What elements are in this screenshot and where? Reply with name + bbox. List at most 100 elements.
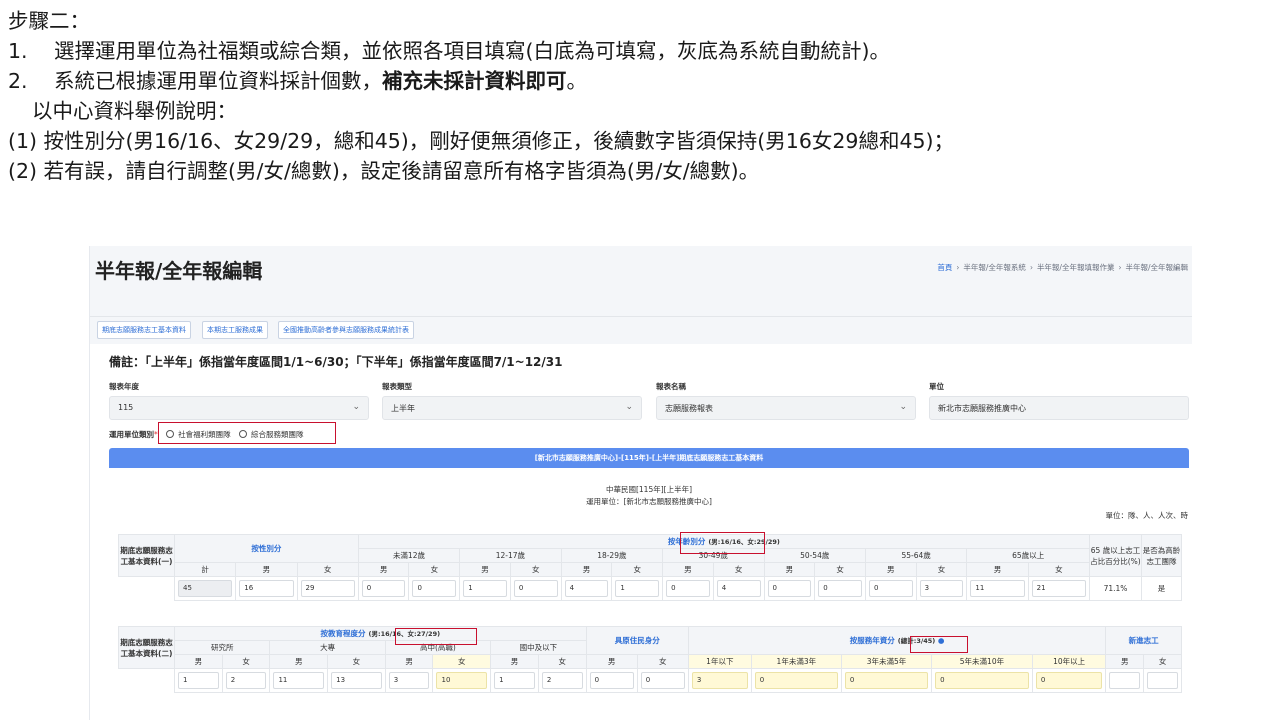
name-select[interactable]: 志願服務報表 ⌄ [656, 396, 916, 420]
years-input[interactable]: 0 [935, 672, 1029, 689]
form-card: 備註：「上半年」係指當年度區間1/1~6/30；「下半年」係指當年度區間7/1~… [90, 344, 1192, 720]
tab-basic-data[interactable]: 期底志願服務志工基本資料 [97, 321, 191, 339]
slide-instructions: 步驟二： 1. 選擇運用單位為社福類或綜合類，並依照各項目填寫(白底為可填寫，灰底… [8, 6, 954, 186]
age-input[interactable]: 0 [818, 580, 862, 597]
edu-input[interactable]: 2 [541, 672, 583, 689]
age-input[interactable]: 0 [868, 580, 913, 597]
instruction-2: 2. 系統已根據運用單位資料採計個數，補充未採計資料即可。 [8, 69, 587, 93]
age-input[interactable]: 21 [1031, 580, 1086, 597]
edu-input[interactable]: 11 [273, 672, 325, 689]
highlight-box [910, 636, 968, 653]
breadcrumb-item[interactable]: 半年報/全年報系統 [963, 263, 1026, 272]
example-intro: 以中心資料舉例說明： [32, 99, 237, 123]
age-input[interactable]: 0 [666, 580, 710, 597]
indigenous-input[interactable]: 0 [589, 672, 634, 689]
years-bracket: 1年以下 [687, 654, 752, 669]
sub-header: 男 [662, 562, 714, 577]
breadcrumb-item[interactable]: 半年報/全年報填報作業 [1037, 263, 1115, 272]
sub-header: 男 [459, 562, 511, 577]
instruction-1: 1. 選擇運用單位為社福類或綜合類，並依照各項目填寫(白底為可填寫，灰底為系統自動… [8, 39, 890, 63]
edu-input[interactable]: 2 [225, 672, 267, 689]
edu-input[interactable]: 1 [178, 672, 219, 689]
age-bracket: 12-17歲 [459, 548, 562, 563]
sub-header: 女 [712, 562, 765, 577]
new-volunteer-header: 新進志工 [1105, 626, 1182, 655]
highlight-box [158, 422, 336, 444]
sub-header: 男 [966, 562, 1029, 577]
new-volunteer-input[interactable] [1109, 672, 1141, 689]
age-input[interactable]: 11 [970, 580, 1025, 597]
age-input[interactable]: 4 [564, 580, 609, 597]
sub-header: 男 [235, 562, 298, 577]
indigenous-input[interactable]: 0 [640, 672, 685, 689]
age-bracket: 18-29歲 [560, 548, 664, 563]
age-input[interactable]: 0 [412, 580, 457, 597]
breadcrumb-current: 半年報/全年報編輯 [1125, 263, 1188, 272]
cell-total: 45 [173, 576, 237, 601]
age-bracket: 50-54歲 [763, 548, 866, 563]
sub-header: 女 [915, 562, 968, 577]
year-select[interactable]: 115 ⌄ [109, 396, 369, 420]
sub-header: 女 [1143, 654, 1182, 669]
senior-team-header: 是否為高齡志工團隊 [1141, 534, 1182, 577]
years-bracket: 3年未滿5年 [840, 654, 933, 669]
breadcrumb-home[interactable]: 首頁 [937, 263, 952, 272]
age-input[interactable]: 1 [463, 580, 507, 597]
age-input[interactable]: 1 [615, 580, 660, 597]
edu-input[interactable]: 1 [494, 672, 535, 689]
name-label: 報表名稱 [656, 382, 686, 391]
years-bracket: 5年未滿10年 [931, 654, 1033, 669]
years-input[interactable]: 0 [844, 672, 929, 689]
gender-female-input[interactable]: 29 [300, 580, 355, 597]
sub-header: 男 [357, 562, 410, 577]
example-2: (2) 若有誤，請自行調整(男/女/總數)，設定後請留意所有格字皆須為(男/女/… [8, 159, 760, 183]
years-input[interactable]: 3 [691, 672, 748, 689]
edu-input[interactable]: 13 [331, 672, 382, 689]
years-input[interactable]: 0 [754, 672, 838, 689]
chevron-down-icon: ⌄ [899, 402, 907, 412]
sub-header: 女 [611, 562, 664, 577]
type-select[interactable]: 上半年 ⌄ [382, 396, 642, 420]
sub-header: 男 [490, 654, 539, 669]
edu-level: 大專 [269, 640, 386, 655]
senior-pct-value: 71.1% [1089, 576, 1142, 601]
tab-bar: 期底志願服務志工基本資料 本期志工服務成果 全國推動高齡者參與志願服務成果統計表 [90, 316, 1192, 344]
age-input[interactable]: 0 [513, 580, 558, 597]
report-banner: [新北市志願服務推廣中心]-[115年]-[上半年]期底志願服務志工基本資料 [109, 448, 1189, 468]
sub-header: 女 [408, 562, 461, 577]
age-bracket: 65歲以上 [966, 548, 1090, 563]
age-input[interactable]: 4 [716, 580, 761, 597]
breadcrumb: 首頁 › 半年報/全年報系統 › 半年報/全年報填報作業 › 半年報/全年報編輯 [937, 263, 1188, 272]
edu-input[interactable]: 3 [388, 672, 430, 689]
row-spacer [119, 577, 175, 601]
sub-header: 女 [296, 562, 359, 577]
unit-note: 單位：隊、人、人次、時 [1105, 511, 1189, 520]
step-title: 步驟二： [8, 9, 90, 33]
highlight-box [680, 532, 765, 554]
age-input[interactable]: 3 [919, 580, 964, 597]
sub-header: 男 [585, 654, 638, 669]
age-input[interactable]: 0 [361, 580, 406, 597]
sub-header: 女 [432, 654, 492, 669]
header: 半年報/全年報編輯 首頁 › 半年報/全年報系統 › 半年報/全年報填報作業 › 半年報/全… [90, 246, 1192, 298]
basic-data-table-1: 期底志願服務志工基本資料(一) 按性別分 按年齡別分 (男:16/16、女:29/… [118, 534, 1182, 601]
sub-header: 男 [384, 654, 434, 669]
tab-service-results[interactable]: 本期志工服務成果 [202, 321, 268, 339]
gender-male-input[interactable]: 16 [239, 580, 294, 597]
new-volunteer-input[interactable] [1147, 672, 1178, 689]
age-input[interactable]: 0 [767, 580, 812, 597]
page-title: 半年報/全年報編輯 [95, 259, 263, 283]
example-1: (1) 按性別分(男16/16、女29/29，總和45)，剛好便無須修正，後續數… [8, 129, 955, 153]
type-label: 報表類型 [382, 382, 412, 391]
highlight-box [395, 628, 477, 645]
years-input[interactable]: 0 [1035, 672, 1103, 689]
sub-header: 女 [636, 654, 689, 669]
years-group-header: 按服務年資分 (總計:3/45) ● [687, 626, 1107, 655]
edu-input[interactable]: 10 [436, 672, 488, 689]
sub-header: 計 [173, 562, 237, 577]
indigenous-header: 具原住民身分 [585, 626, 689, 655]
sub-header: 女 [537, 654, 587, 669]
period-note: 備註：「上半年」係指當年度區間1/1~6/30；「下半年」係指當年度區間7/1~… [109, 355, 563, 369]
tab-senior-stats[interactable]: 全國推動高齡者參與志願服務成果統計表 [278, 321, 414, 339]
age-bracket: 55-64歲 [864, 548, 968, 563]
